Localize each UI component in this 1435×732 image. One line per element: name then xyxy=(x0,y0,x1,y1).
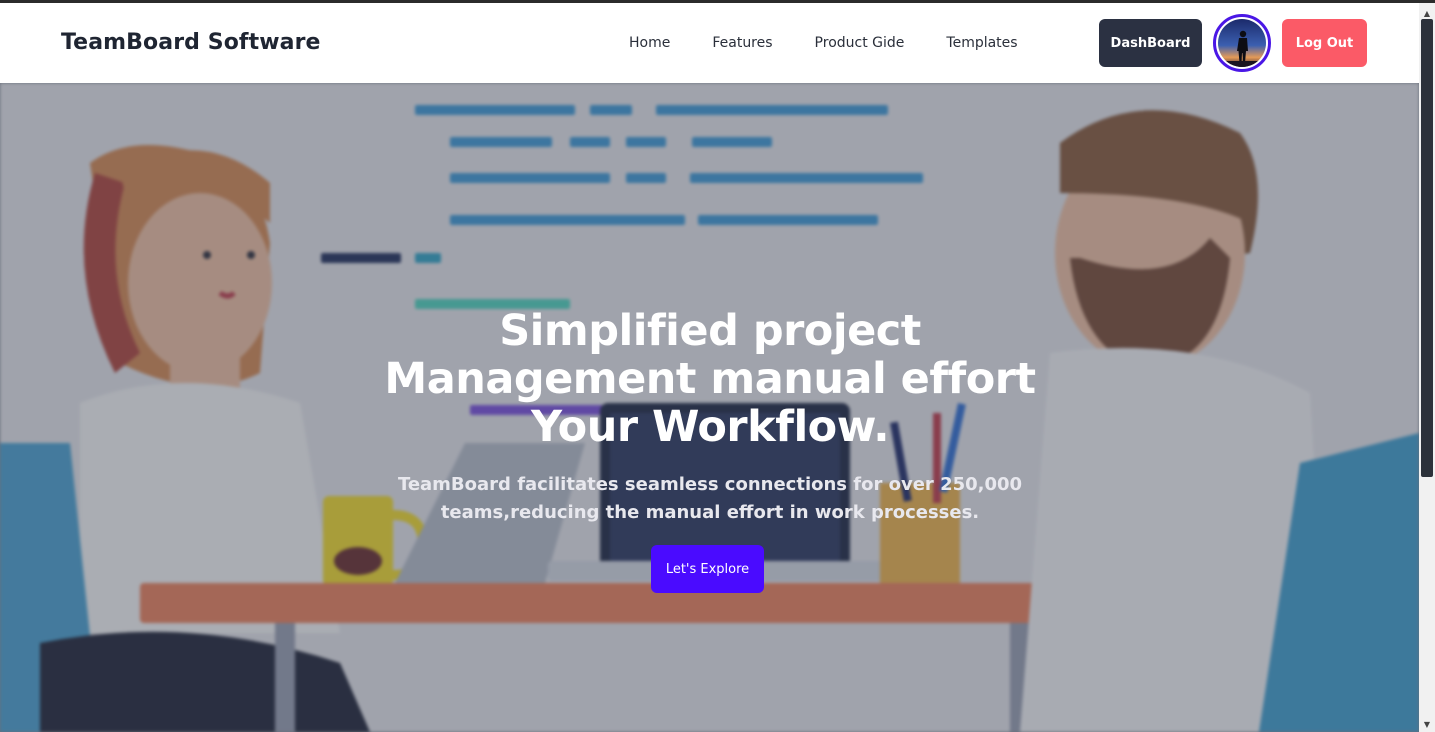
user-avatar[interactable] xyxy=(1213,14,1271,72)
page-scrollbar[interactable]: ▲ ▼ xyxy=(1419,3,1435,732)
nav-link-home[interactable]: Home xyxy=(629,35,670,51)
nav-links: Home Features Product Gide Templates xyxy=(629,35,1060,51)
nav-link-features[interactable]: Features xyxy=(712,35,772,51)
hero-title: Simplified project Management manual eff… xyxy=(384,306,1036,452)
explore-button[interactable]: Let's Explore xyxy=(651,545,764,593)
navbar: TeamBoard Software Home Features Product… xyxy=(0,3,1419,83)
nav-link-templates[interactable]: Templates xyxy=(946,35,1017,51)
nav-link-product-guide[interactable]: Product Gide xyxy=(815,35,905,51)
user-avatar-icon xyxy=(1218,19,1266,67)
hero-subtitle: TeamBoard facilitates seamless connectio… xyxy=(397,474,1023,523)
hero-section: Simplified project Management manual eff… xyxy=(0,83,1419,732)
dashboard-button[interactable]: DashBoard xyxy=(1099,19,1202,67)
brand-logo-text[interactable]: TeamBoard Software xyxy=(61,30,321,55)
scrollbar-thumb[interactable] xyxy=(1421,19,1433,477)
logout-button[interactable]: Log Out xyxy=(1282,19,1367,67)
scroll-down-arrow-icon[interactable]: ▼ xyxy=(1419,718,1435,732)
